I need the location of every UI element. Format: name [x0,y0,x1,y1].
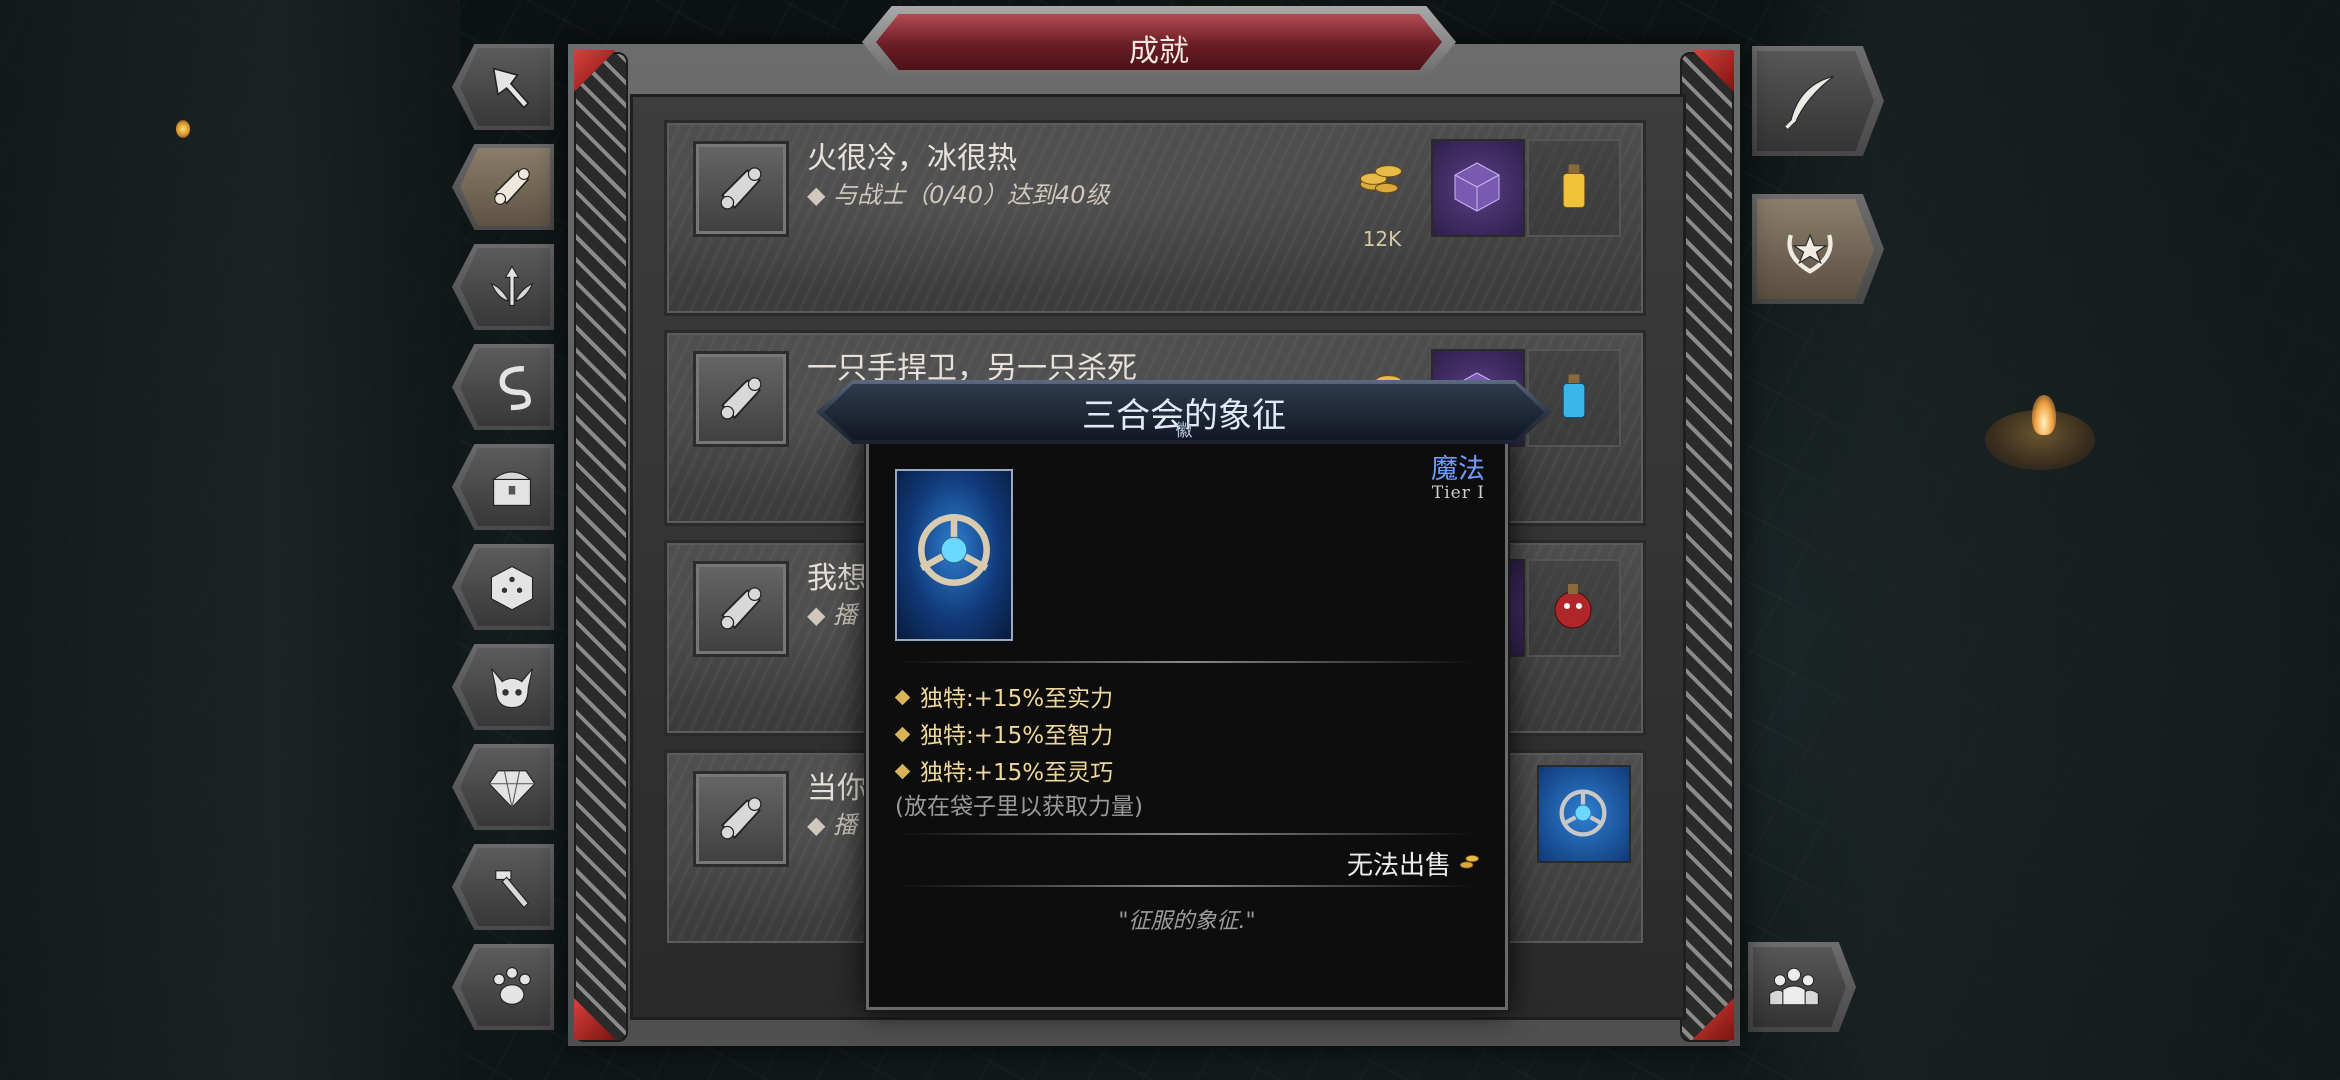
achievement-row[interactable]: 火很冷，冰很热 ◆ 与战士（0/40）达到40级 12K [664,120,1646,316]
achievement-title: 当你 [807,771,867,806]
triad-sigil-icon [1559,789,1607,837]
gold-coins-icon [1459,855,1479,869]
divider [899,661,1475,663]
reward-slot[interactable] [1527,559,1621,657]
divider [899,885,1475,887]
celtic-border-left [574,52,628,1042]
achievement-icon [693,351,789,447]
item-type: 徽 [1175,421,1193,441]
torch-light [176,120,190,138]
scroll-icon [720,167,762,210]
reward-slot[interactable] [1527,139,1621,237]
gold-coins-icon [1360,165,1402,194]
item-sell-status: 无法出售 [1346,851,1451,881]
quill-icon [1785,75,1834,129]
item-tier: Tier I [1431,483,1485,503]
purple-cube-icon [1454,162,1500,212]
window-title-plate: 成就 [862,6,1456,78]
scroll-icon [720,797,762,840]
achievement-requirement: ◆ 播 [807,601,858,629]
blue-potion-icon [1562,374,1586,419]
item-flavor-text: "征服的象征." [1118,909,1256,934]
scroll-icon [720,587,762,630]
laurel-star-icon [1787,233,1833,274]
item-stat: 独特:+15%至实力 [894,679,1113,713]
dice-icon [490,565,534,611]
item-tooltip: 魔法 Tier I 独特:+15%至实力 独特:+15%至智力 独特:+15%至… [866,430,1508,1010]
winged-arrow-icon [490,265,534,306]
item-image [895,469,1013,641]
triad-sigil-icon [918,514,990,586]
reward-gold[interactable]: 12K [1337,139,1427,251]
achievement-title: 火很冷，冰很热 [807,141,1017,176]
paw-icon [493,967,531,1005]
reward-slot[interactable] [1527,349,1621,447]
red-skull-flask-icon [1554,584,1592,629]
divider [899,833,1475,835]
background-wall-left [0,0,460,1080]
background-wall-right [1760,0,2340,1080]
group-icon [1769,967,1819,1006]
item-note: (放在袋子里以获取力量) [895,794,1143,820]
achievement-icon [693,561,789,657]
demon-skull-icon [490,668,534,709]
right-tab-journal[interactable] [1752,46,1884,156]
item-category: 魔法 [1431,454,1485,485]
hammer-icon [495,870,529,909]
window-title: 成就 [1129,34,1189,69]
reward-slot[interactable] [1431,139,1525,237]
reward-gold-amount: 12K [1362,227,1402,251]
scroll-icon [494,168,530,205]
right-tab-achievements[interactable] [1752,194,1884,304]
scroll-icon [720,377,762,420]
brazier-flame [2032,395,2056,435]
requirement-text: 播 [833,811,858,839]
gem-icon [488,770,536,809]
sword-banner-icon [492,67,530,109]
item-stat: 独特:+15%至灵巧 [894,753,1113,787]
achievement-requirement: ◆ 播 [807,811,858,839]
achievement-icon [693,141,789,237]
achievement-title: 我想 [807,561,867,596]
requirement-text: 与战士（0/40）达到40级 [833,181,1110,209]
item-stat: 独特:+15%至智力 [894,716,1113,750]
right-tab-social[interactable] [1748,942,1856,1032]
treasure-chest-icon [492,471,532,506]
celtic-border-right [1680,52,1734,1042]
serpent-icon [499,365,531,411]
requirement-text: 播 [833,601,858,629]
tooltip-header: 三合会的象征 徽 [816,380,1552,444]
yellow-potion-icon [1562,164,1586,209]
achievement-requirement: ◆ 与战士（0/40）达到40级 [807,181,1110,209]
reward-slot[interactable] [1537,765,1631,863]
achievement-icon [693,771,789,867]
